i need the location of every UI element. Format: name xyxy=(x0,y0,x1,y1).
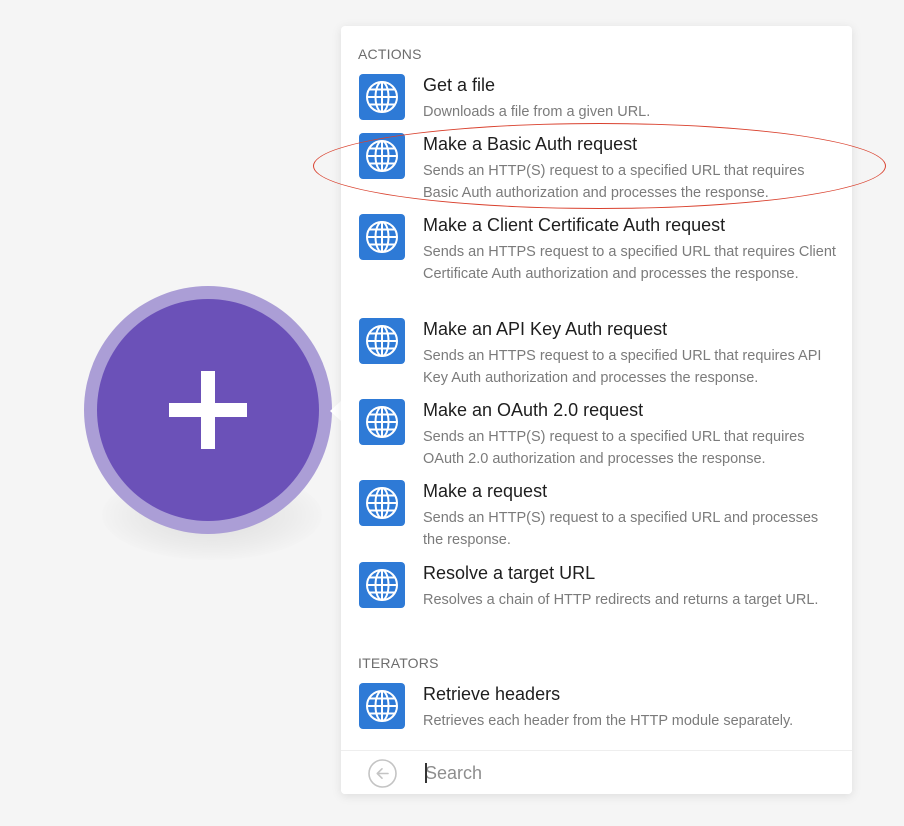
module-item-title: Make an OAuth 2.0 request xyxy=(423,400,644,420)
globe-icon xyxy=(359,74,405,120)
module-item-title: Make a Basic Auth request xyxy=(423,134,638,154)
arrow-left-circle-icon xyxy=(368,759,397,788)
module-item-resolve-target-url[interactable]: Resolve a target URL Resolves a chain of… xyxy=(341,562,852,634)
globe-icon xyxy=(359,399,405,445)
module-item-title: Get a file xyxy=(423,75,496,95)
plus-icon-bar xyxy=(169,403,247,417)
text-caret xyxy=(425,763,427,783)
module-item-basic-auth-request[interactable]: Make a Basic Auth request Sends an HTTP(… xyxy=(341,133,852,205)
module-item-description: Sends an HTTPS request to a specified UR… xyxy=(423,244,836,282)
module-item-oauth2-request[interactable]: Make an OAuth 2.0 request Sends an HTTP(… xyxy=(341,399,852,471)
module-item-get-file[interactable]: Get a file Downloads a file from a given… xyxy=(341,74,852,124)
section-header-iterators: ITERATORS xyxy=(358,655,439,671)
module-item-retrieve-headers[interactable]: Retrieve headers Retrieves each header f… xyxy=(341,683,852,733)
section-header-actions: ACTIONS xyxy=(358,46,422,62)
module-item-title: Retrieve headers xyxy=(423,684,561,704)
add-module-inner xyxy=(97,299,319,521)
back-button[interactable] xyxy=(368,759,397,788)
module-item-title: Make a Client Certificate Auth request xyxy=(423,215,726,235)
globe-icon xyxy=(359,214,405,260)
search-bar xyxy=(341,750,852,794)
module-item-make-request[interactable]: Make a request Sends an HTTP(S) request … xyxy=(341,480,852,552)
add-module-button[interactable] xyxy=(84,286,332,534)
module-item-client-cert-auth-request[interactable]: Make a Client Certificate Auth request S… xyxy=(341,214,852,308)
module-item-description: Resolves a chain of HTTP redirects and r… xyxy=(423,592,819,608)
search-input[interactable] xyxy=(425,758,825,788)
module-item-api-key-auth-request[interactable]: Make an API Key Auth request Sends an HT… xyxy=(341,318,852,390)
globe-icon xyxy=(359,133,405,179)
globe-icon xyxy=(359,480,405,526)
module-item-title: Resolve a target URL xyxy=(423,563,596,583)
module-item-description: Downloads a file from a given URL. xyxy=(423,104,651,120)
globe-icon xyxy=(359,562,405,608)
module-item-title: Make an API Key Auth request xyxy=(423,319,668,339)
module-item-description: Sends an HTTPS request to a specified UR… xyxy=(423,348,822,386)
globe-icon xyxy=(359,683,405,729)
module-item-description: Sends an HTTP(S) request to a specified … xyxy=(423,510,819,548)
module-item-title: Make a request xyxy=(423,481,548,501)
module-item-description: Sends an HTTP(S) request to a specified … xyxy=(423,429,805,467)
globe-icon xyxy=(359,318,405,364)
module-item-description: Retrieves each header from the HTTP modu… xyxy=(423,713,794,729)
module-item-description: Sends an HTTP(S) request to a specified … xyxy=(423,163,805,201)
module-picker-panel: ACTIONS Get a file Downloads a file from… xyxy=(341,26,852,794)
